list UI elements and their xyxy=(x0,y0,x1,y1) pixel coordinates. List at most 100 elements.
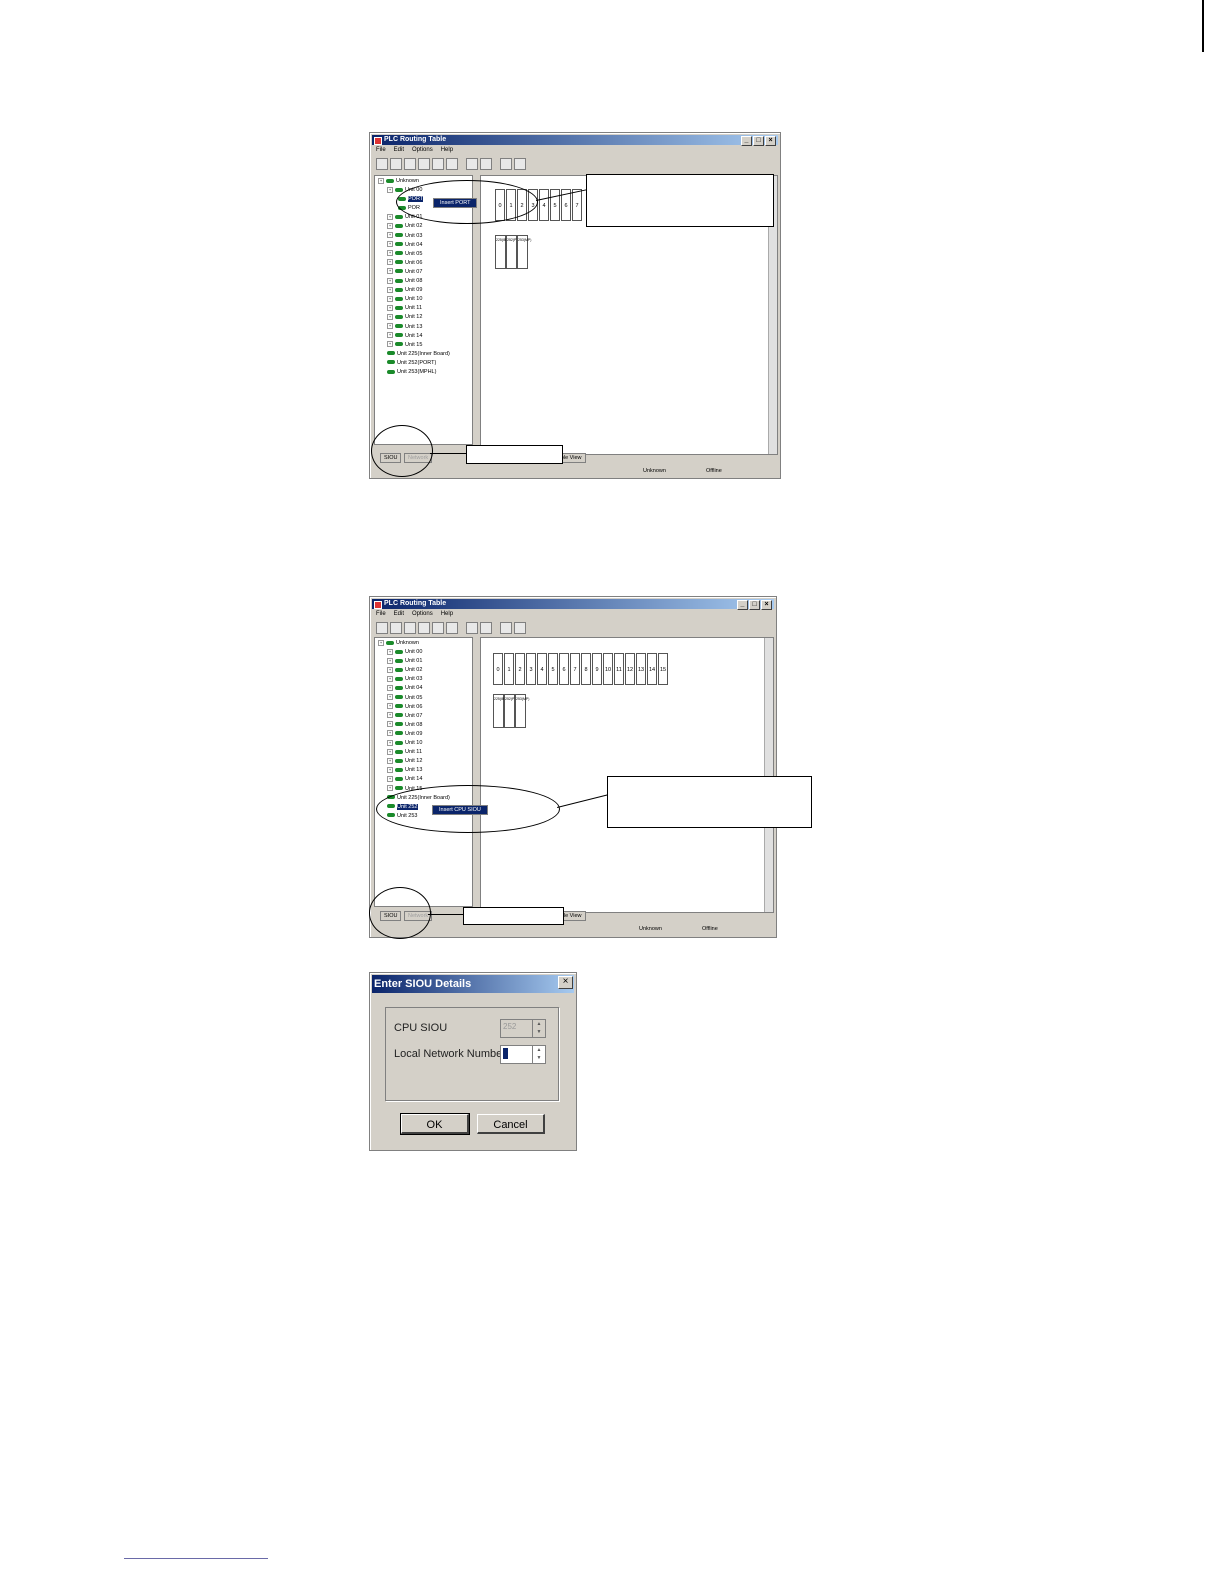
tree-item[interactable]: + Unit 11 xyxy=(378,748,472,757)
maximize-button[interactable]: □ xyxy=(753,136,764,146)
tree-item[interactable]: + Unit 14 xyxy=(378,332,472,341)
back-icon[interactable] xyxy=(514,157,526,170)
ok-button[interactable]: OK xyxy=(400,1113,470,1135)
tree-item[interactable]: + Unit 10 xyxy=(378,739,472,748)
special-slot[interactable]: 252(PT) xyxy=(504,694,518,728)
expand-icon[interactable]: + xyxy=(387,694,393,701)
tree-item[interactable]: + Unit 11 xyxy=(378,304,472,313)
expand-icon[interactable]: + xyxy=(387,323,393,330)
cut-icon[interactable] xyxy=(466,621,478,634)
tree-item[interactable]: + Unit 05 xyxy=(378,694,472,703)
expand-icon[interactable]: + xyxy=(387,721,393,728)
tree-item[interactable]: + Unit 07 xyxy=(378,268,472,277)
tree-item[interactable]: + Unit 06 xyxy=(378,703,472,712)
spin-arrows-icon[interactable]: ▲ ▼ xyxy=(532,1020,545,1037)
close-icon[interactable]: × xyxy=(558,976,573,989)
special-slot[interactable]: 253(MP) xyxy=(517,235,531,269)
expand-icon[interactable]: + xyxy=(378,639,384,646)
expand-icon[interactable]: + xyxy=(387,250,393,257)
expand-icon[interactable]: + xyxy=(387,223,393,230)
tree-item[interactable]: Unit 252(PORT) xyxy=(378,359,472,368)
special-slot[interactable]: 253(MP) xyxy=(515,694,529,728)
tree-item[interactable]: + Unit 09 xyxy=(378,286,472,295)
expand-icon[interactable]: + xyxy=(387,295,393,302)
expand-icon[interactable]: + xyxy=(387,739,393,746)
rack-slot[interactable]: 4 xyxy=(539,189,549,221)
rack-slot[interactable]: 9 xyxy=(592,653,602,685)
expand-icon[interactable]: + xyxy=(387,186,393,193)
down-icon[interactable] xyxy=(500,621,512,634)
new-icon[interactable] xyxy=(376,157,388,170)
expand-icon[interactable]: + xyxy=(387,757,393,764)
expand-icon[interactable]: + xyxy=(378,177,384,184)
expand-icon[interactable]: + xyxy=(387,259,393,266)
special-slot[interactable]: 252(PT) xyxy=(506,235,520,269)
rack-slot[interactable]: 1 xyxy=(504,653,514,685)
rack-slot[interactable]: 5 xyxy=(548,653,558,685)
rack-slot[interactable]: 3 xyxy=(526,653,536,685)
print-icon[interactable] xyxy=(418,157,430,170)
tree-item[interactable]: + Unit 04 xyxy=(378,684,472,693)
expand-icon[interactable]: + xyxy=(387,766,393,773)
expand-icon[interactable]: + xyxy=(387,213,393,220)
expand-icon[interactable]: + xyxy=(387,748,393,755)
menu-help[interactable]: Help xyxy=(441,610,453,619)
vertical-scrollbar[interactable] xyxy=(764,638,773,912)
preview-icon[interactable] xyxy=(432,157,444,170)
tree-item[interactable]: + Unit 12 xyxy=(378,757,472,766)
rack-slot[interactable]: 7 xyxy=(570,653,580,685)
expand-icon[interactable]: + xyxy=(387,241,393,248)
rack-slot[interactable]: 4 xyxy=(537,653,547,685)
back-icon[interactable] xyxy=(514,621,526,634)
menu-edit[interactable]: Edit xyxy=(394,146,404,155)
rack-slot[interactable]: 8 xyxy=(581,653,591,685)
minimize-button[interactable]: _ xyxy=(737,600,748,610)
tree-item[interactable]: + Unit 04 xyxy=(378,241,472,250)
preview-icon[interactable] xyxy=(432,621,444,634)
copy-icon[interactable] xyxy=(480,157,492,170)
expand-icon[interactable]: + xyxy=(387,657,393,664)
tree-item[interactable]: + Unit 12 xyxy=(378,313,472,322)
rack-slot[interactable]: 7 xyxy=(572,189,582,221)
local-network-number-stepper[interactable]: ▲ ▼ xyxy=(500,1045,546,1064)
menu-help[interactable]: Help xyxy=(441,146,453,155)
rack-slot[interactable]: 6 xyxy=(559,653,569,685)
tree-item[interactable]: Unit 225(Inner Board) xyxy=(378,350,472,359)
tree-item[interactable]: + Unit 02 xyxy=(378,666,472,675)
down-icon[interactable] xyxy=(500,157,512,170)
cpu-siou-stepper[interactable]: 252 ▲ ▼ xyxy=(500,1019,546,1038)
rack-view[interactable]: 0 1 2 3 4 5 6 7 8 9 10 11 12 13 14 15 225(IB) 252(PT) 253… xyxy=(480,637,774,913)
spin-arrows-icon[interactable]: ▲ ▼ xyxy=(532,1046,545,1063)
save-icon[interactable] xyxy=(404,621,416,634)
rack-slot[interactable]: 15 xyxy=(658,653,668,685)
expand-icon[interactable]: + xyxy=(387,332,393,339)
transfer-icon[interactable] xyxy=(446,157,458,170)
tree-item[interactable]: + Unit 14 xyxy=(378,775,472,784)
open-icon[interactable] xyxy=(390,157,402,170)
tree-item[interactable]: + Unit 09 xyxy=(378,730,472,739)
cut-icon[interactable] xyxy=(466,157,478,170)
expand-icon[interactable]: + xyxy=(387,232,393,239)
expand-icon[interactable]: + xyxy=(387,675,393,682)
special-slot[interactable]: 225(IB) xyxy=(493,694,505,728)
rack-slot[interactable]: 0 xyxy=(493,653,503,685)
expand-icon[interactable]: + xyxy=(387,286,393,293)
menu-options[interactable]: Options xyxy=(412,610,433,619)
tree-item[interactable]: + Unit 13 xyxy=(378,766,472,775)
rack-slot[interactable]: 13 xyxy=(636,653,646,685)
save-icon[interactable] xyxy=(404,157,416,170)
tree-item[interactable]: + Unknown xyxy=(378,639,472,648)
menu-file[interactable]: File xyxy=(376,146,386,155)
rack-slot[interactable]: 2 xyxy=(515,653,525,685)
tree-item[interactable]: + Unit 01 xyxy=(378,657,472,666)
tree-item[interactable]: + Unit 08 xyxy=(378,721,472,730)
tree-item[interactable]: + Unit 10 xyxy=(378,295,472,304)
rack-slot[interactable]: 14 xyxy=(647,653,657,685)
print-icon[interactable] xyxy=(418,621,430,634)
expand-icon[interactable]: + xyxy=(387,268,393,275)
menu-edit[interactable]: Edit xyxy=(394,610,404,619)
tree-item[interactable]: + Unit 03 xyxy=(378,232,472,241)
tree-item[interactable]: Unit 253(MPHL) xyxy=(378,368,472,377)
close-button[interactable]: × xyxy=(765,136,776,146)
expand-icon[interactable]: + xyxy=(387,313,393,320)
